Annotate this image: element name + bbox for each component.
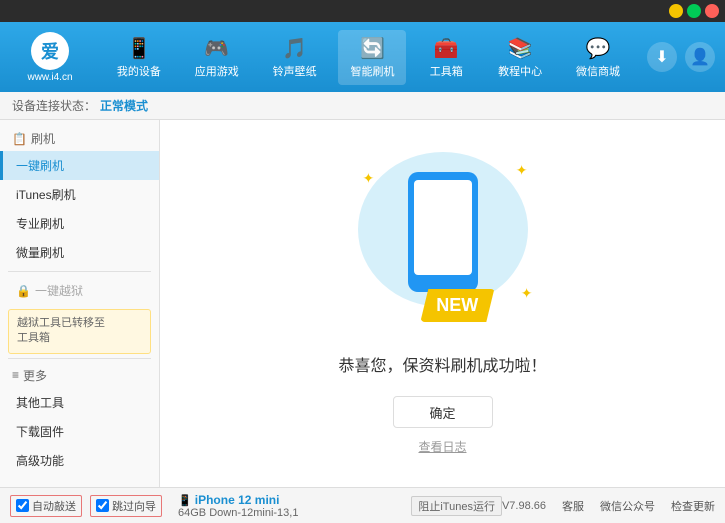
nav-my-device[interactable]: 📱 我的设备 [105, 30, 173, 85]
device-icon-small: 📱 [178, 495, 195, 507]
auto-flash-label: 自动敲送 [32, 498, 76, 514]
auto-flash-checkbox[interactable] [16, 499, 29, 512]
logo-icon: 爱 [31, 32, 69, 70]
nav-right-buttons: ⬇ 👤 [647, 42, 715, 72]
phone-shape [408, 172, 478, 292]
device-name: iPhone 12 mini [195, 493, 280, 507]
phone-illustration: ✦ ✦ ✦ NEW [343, 152, 543, 332]
bottom-right: V7.98.66 客服 微信公众号 检查更新 [502, 498, 715, 514]
status-label: 设备连接状态： [12, 97, 96, 114]
device-storage: 64GB [178, 507, 206, 519]
flash-section-icon: 📋 [12, 132, 27, 146]
user-button[interactable]: 👤 [685, 42, 715, 72]
wechat-official-link[interactable]: 微信公众号 [600, 498, 655, 514]
device-icon: 📱 [126, 36, 151, 61]
flash-icon: 🔄 [360, 36, 385, 61]
bottom-bar: 自动敲送 跳过向导 📱 iPhone 12 mini 64GB Down-12m… [0, 487, 725, 523]
nav-ringtones-label: 铃声壁纸 [273, 63, 317, 79]
nav-wechat-mall[interactable]: 💬 微信商城 [564, 30, 632, 85]
sparkle-top-left: ✦ [363, 170, 375, 187]
skip-wizard-checkbox[interactable] [96, 499, 109, 512]
main-layout: 📋 刷机 一键刷机 iTunes刷机 专业刷机 微量刷机 🔒 一键越狱 越狱工具… [0, 120, 725, 487]
sidebar-item-itunes-flash[interactable]: iTunes刷机 [0, 180, 159, 209]
sidebar-section-flash: 📋 刷机 [0, 126, 159, 151]
download-button[interactable]: ⬇ [647, 42, 677, 72]
logo-area: 爱 www.i4.cn [10, 32, 90, 83]
nav-smart-flash[interactable]: 🔄 智能刷机 [338, 30, 406, 85]
apps-icon: 🎮 [204, 36, 229, 61]
nav-wechat-label: 微信商城 [576, 63, 620, 79]
jailbreak-notice: 越狱工具已转移至工具箱 [8, 309, 151, 354]
sidebar-item-download-firmware[interactable]: 下载固件 [0, 417, 159, 446]
nav-apps-label: 应用游戏 [195, 63, 239, 79]
maximize-button[interactable] [687, 4, 701, 18]
success-text: 恭喜您，保资料刷机成功啦！ [338, 352, 546, 376]
auto-flash-checkbox-wrapper[interactable]: 自动敲送 [10, 495, 82, 517]
itunes-status: 阻止iTunes运行 [411, 496, 502, 516]
nav-toolbox-label: 工具箱 [430, 63, 463, 79]
device-model-text: Down-12mini-13,1 [209, 507, 298, 519]
sidebar-item-advanced[interactable]: 高级功能 [0, 446, 159, 475]
sidebar-divider-2 [8, 358, 151, 359]
sidebar-section-more: ≡ 更多 [0, 363, 159, 388]
nav-flash-label: 智能刷机 [350, 63, 394, 79]
main-content: ✦ ✦ ✦ NEW 恭喜您，保资料刷机成功啦！ 确定 查看日志 [160, 120, 725, 487]
version-text: V7.98.66 [502, 500, 546, 512]
skip-wizard-label: 跳过向导 [112, 498, 156, 514]
close-button[interactable] [705, 4, 719, 18]
nav-my-device-label: 我的设备 [117, 63, 161, 79]
top-nav: 爱 www.i4.cn 📱 我的设备 🎮 应用游戏 🎵 铃声壁纸 🔄 智能刷机 … [0, 22, 725, 92]
nav-apps-games[interactable]: 🎮 应用游戏 [183, 30, 251, 85]
sparkle-bottom-right: ✦ [521, 285, 533, 302]
status-bar: 设备连接状态： 正常模式 [0, 92, 725, 120]
device-info: 📱 iPhone 12 mini 64GB Down-12mini-13,1 [178, 493, 298, 519]
sidebar-divider-1 [8, 271, 151, 272]
nav-toolbox[interactable]: 🧰 工具箱 [416, 30, 476, 85]
wechat-icon: 💬 [586, 36, 611, 61]
confirm-button[interactable]: 确定 [393, 396, 493, 428]
nav-tutorial[interactable]: 📚 教程中心 [486, 30, 554, 85]
tutorial-icon: 📚 [508, 36, 533, 61]
nav-ringtones[interactable]: 🎵 铃声壁纸 [261, 30, 329, 85]
status-value: 正常模式 [100, 97, 148, 114]
sidebar-item-micro-flash[interactable]: 微量刷机 [0, 238, 159, 267]
itunes-stop-button[interactable]: 阻止iTunes运行 [411, 496, 502, 516]
lock-icon: 🔒 [16, 284, 31, 298]
ringtones-icon: 🎵 [282, 36, 307, 61]
skip-wizard-checkbox-wrapper[interactable]: 跳过向导 [90, 495, 162, 517]
sidebar-item-pro-flash[interactable]: 专业刷机 [0, 209, 159, 238]
minimize-button[interactable] [669, 4, 683, 18]
sidebar-item-one-click-flash[interactable]: 一键刷机 [0, 151, 159, 180]
logo-url: www.i4.cn [27, 72, 72, 83]
bottom-left: 自动敲送 跳过向导 📱 iPhone 12 mini 64GB Down-12m… [10, 493, 411, 519]
sidebar-jailbreak-section: 🔒 一键越狱 [0, 276, 159, 305]
view-log-link[interactable]: 查看日志 [418, 438, 466, 455]
new-badge: NEW [420, 289, 494, 322]
title-bar [0, 0, 725, 22]
more-icon: ≡ [12, 368, 19, 382]
nav-tutorial-label: 教程中心 [498, 63, 542, 79]
sidebar-item-other-tools[interactable]: 其他工具 [0, 388, 159, 417]
check-update-link[interactable]: 检查更新 [671, 498, 715, 514]
sidebar: 📋 刷机 一键刷机 iTunes刷机 专业刷机 微量刷机 🔒 一键越狱 越狱工具… [0, 120, 160, 487]
phone-screen [414, 180, 472, 275]
sparkle-top-right: ✦ [516, 162, 528, 179]
nav-items: 📱 我的设备 🎮 应用游戏 🎵 铃声壁纸 🔄 智能刷机 🧰 工具箱 📚 教程中心… [100, 30, 637, 85]
toolbox-icon: 🧰 [434, 36, 459, 61]
customer-service-link[interactable]: 客服 [562, 498, 584, 514]
